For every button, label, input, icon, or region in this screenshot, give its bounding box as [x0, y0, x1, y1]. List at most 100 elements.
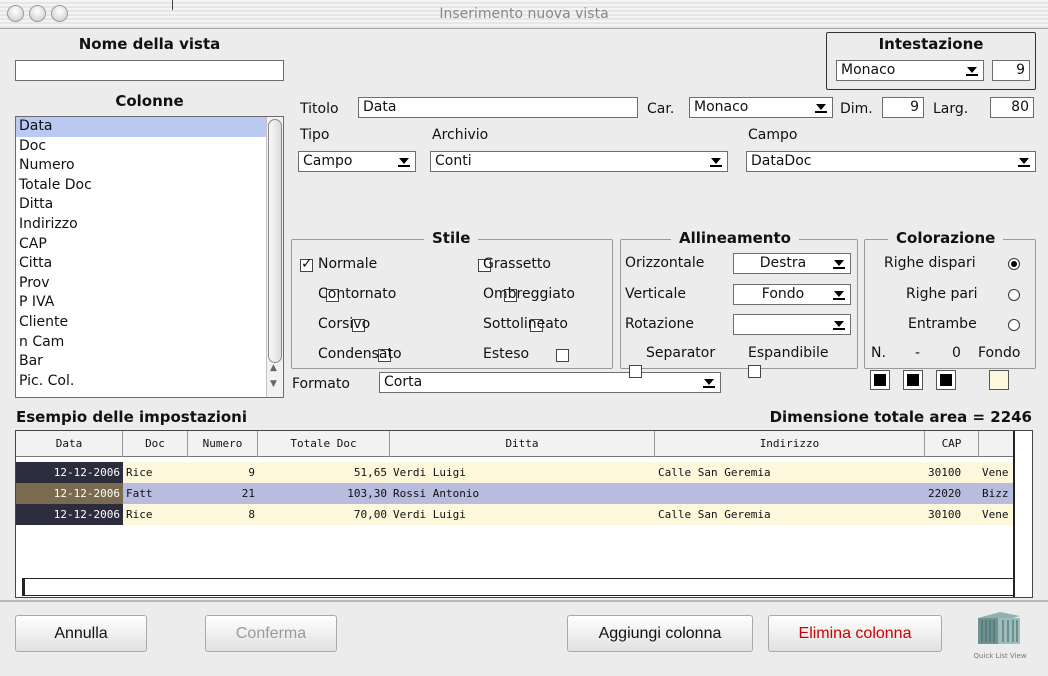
- list-item[interactable]: Totale Doc: [16, 176, 283, 196]
- style-option-label: Condensato: [318, 346, 402, 362]
- table-cell-numero: 9: [248, 466, 255, 479]
- fondo-label: Fondo: [978, 345, 1021, 361]
- horizontal-select[interactable]: Destra: [733, 253, 851, 274]
- table-cell-cap: 22020: [928, 487, 962, 500]
- columns-items: Data Doc Numero Totale Doc Ditta Indirizzo CAP…: [16, 117, 283, 391]
- table-cell-ditta: Verdi Luigi: [393, 466, 466, 479]
- add-column-button[interactable]: Aggiungi colonna: [567, 615, 753, 652]
- both-rows-radio[interactable]: [1008, 319, 1020, 331]
- table-cell-data: 12-12-2006: [16, 483, 123, 504]
- list-item[interactable]: Bar: [16, 352, 283, 372]
- columns-scrollbar[interactable]: ▲ ▼: [266, 117, 283, 397]
- table-cell-ditta: Verdi Luigi: [393, 508, 466, 521]
- expandable-checkbox[interactable]: [748, 365, 762, 378]
- columns-list[interactable]: Data Doc Numero Totale Doc Ditta Indirizzo CAP…: [15, 116, 284, 398]
- color-swatch-dash[interactable]: [903, 370, 923, 390]
- style-option-label: Normale: [318, 256, 378, 272]
- width-input[interactable]: 80: [990, 97, 1034, 118]
- separator-checkbox[interactable]: [629, 365, 642, 378]
- table-cell-totale: 70,00: [353, 508, 387, 521]
- color-swatch-fondo[interactable]: [989, 370, 1009, 390]
- chevron-down-icon: [832, 288, 846, 301]
- horizontal-value: Destra: [759, 255, 807, 271]
- total-area-label: Dimensione totale area = 2246: [769, 408, 1032, 426]
- table-row[interactable]: 12-12-2006 Rice 8 70,00 Verdi Luigi Calle San…: [16, 504, 1016, 525]
- style-option-label: Corsivo: [318, 316, 371, 332]
- table-horizontal-scrollbar[interactable]: [22, 578, 1014, 596]
- table-cell-data: 12-12-2006: [16, 504, 123, 525]
- header-font-select[interactable]: Monaco: [836, 60, 984, 81]
- rotation-select[interactable]: [733, 314, 851, 335]
- dash-label: -: [915, 345, 921, 361]
- chevron-down-icon: [702, 376, 716, 389]
- alignment-title: Allineamento: [671, 229, 799, 247]
- column-header[interactable]: Data: [16, 431, 123, 457]
- view-name-input[interactable]: [15, 60, 284, 81]
- scroll-thumb[interactable]: [268, 119, 282, 363]
- table-cell-numero: 21: [241, 487, 255, 500]
- list-item[interactable]: Numero: [16, 156, 283, 176]
- column-header[interactable]: CAP: [925, 431, 979, 457]
- scroll-up-icon[interactable]: ▲: [270, 363, 277, 373]
- n-label: N.: [871, 345, 886, 361]
- list-item[interactable]: Data: [16, 117, 283, 137]
- table-vertical-scrollbar[interactable]: [1013, 431, 1032, 597]
- column-header[interactable]: Doc: [123, 431, 188, 457]
- char-font-select[interactable]: Monaco: [689, 97, 833, 118]
- table-cell-extra: Vene: [982, 466, 1009, 479]
- list-item[interactable]: Ditta: [16, 195, 283, 215]
- table-row[interactable]: 12-12-2006 Rice 9 51,65 Verdi Luigi Calle San…: [16, 462, 1016, 483]
- list-item[interactable]: P IVA: [16, 293, 283, 313]
- scroll-down-icon[interactable]: ▼: [270, 379, 277, 389]
- dim-input[interactable]: 9: [882, 97, 924, 118]
- type-select[interactable]: Campo: [298, 151, 416, 172]
- field-select[interactable]: DataDoc: [746, 151, 1036, 172]
- cursor-mark: [172, 0, 173, 10]
- title-label: Titolo: [300, 101, 339, 117]
- list-item[interactable]: Citta: [16, 254, 283, 274]
- columns-label: Colonne: [115, 92, 184, 110]
- view-name-label: Nome della vista: [78, 35, 221, 53]
- cancel-button[interactable]: Annulla: [15, 615, 147, 652]
- list-item[interactable]: Cliente: [16, 313, 283, 333]
- chevron-down-icon: [397, 155, 411, 168]
- title-input[interactable]: Data: [358, 97, 638, 118]
- odd-rows-radio[interactable]: [1008, 258, 1020, 270]
- char-font-value: Monaco: [694, 99, 749, 115]
- confirm-button[interactable]: Conferma: [205, 615, 337, 652]
- style-checkbox[interactable]: [300, 256, 313, 272]
- header-label: Intestazione: [878, 35, 984, 53]
- list-item[interactable]: CAP: [16, 235, 283, 255]
- vertical-select[interactable]: Fondo: [733, 284, 851, 305]
- format-value: Corta: [384, 374, 423, 390]
- header-size-input[interactable]: 9: [992, 60, 1030, 81]
- column-header[interactable]: Totale Doc: [258, 431, 390, 457]
- color-swatch-n[interactable]: [870, 370, 890, 390]
- even-rows-radio[interactable]: [1008, 289, 1020, 301]
- style-option-label: Ombreggiato: [483, 286, 575, 302]
- type-label: Tipo: [300, 127, 330, 143]
- table-cell-extra: Bizz: [982, 487, 1009, 500]
- column-header[interactable]: Numero: [188, 431, 258, 457]
- list-item[interactable]: n Cam: [16, 333, 283, 353]
- list-item[interactable]: Indirizzo: [16, 215, 283, 235]
- style-option-label: Esteso: [483, 346, 530, 362]
- style-checkbox[interactable]: [556, 349, 569, 362]
- delete-column-button[interactable]: Elimina colonna: [768, 615, 942, 652]
- column-header[interactable]: Ditta: [390, 431, 655, 457]
- color-swatch-zero[interactable]: [936, 370, 956, 390]
- column-header[interactable]: [979, 431, 1016, 457]
- column-header[interactable]: Indirizzo: [655, 431, 925, 457]
- table-row[interactable]: 12-12-2006 Fatt 21 103,30 Rossi Antonio 22020…: [16, 483, 1016, 504]
- table-cell-indirizzo: Calle San Geremia: [658, 508, 771, 521]
- field-value: DataDoc: [751, 153, 812, 169]
- list-item[interactable]: Doc: [16, 137, 283, 157]
- preview-table[interactable]: Data Doc Numero Totale Doc Ditta Indirizzo CAP…: [15, 430, 1033, 598]
- format-select[interactable]: Corta: [379, 372, 721, 393]
- list-item[interactable]: Pic. Col.: [16, 372, 283, 392]
- table-cell-totale: 103,30: [347, 487, 387, 500]
- archive-select[interactable]: Conti: [430, 151, 728, 172]
- table-cell-extra: Vene: [982, 508, 1009, 521]
- coloring-title: Colorazione: [888, 229, 1004, 247]
- list-item[interactable]: Prov: [16, 274, 283, 294]
